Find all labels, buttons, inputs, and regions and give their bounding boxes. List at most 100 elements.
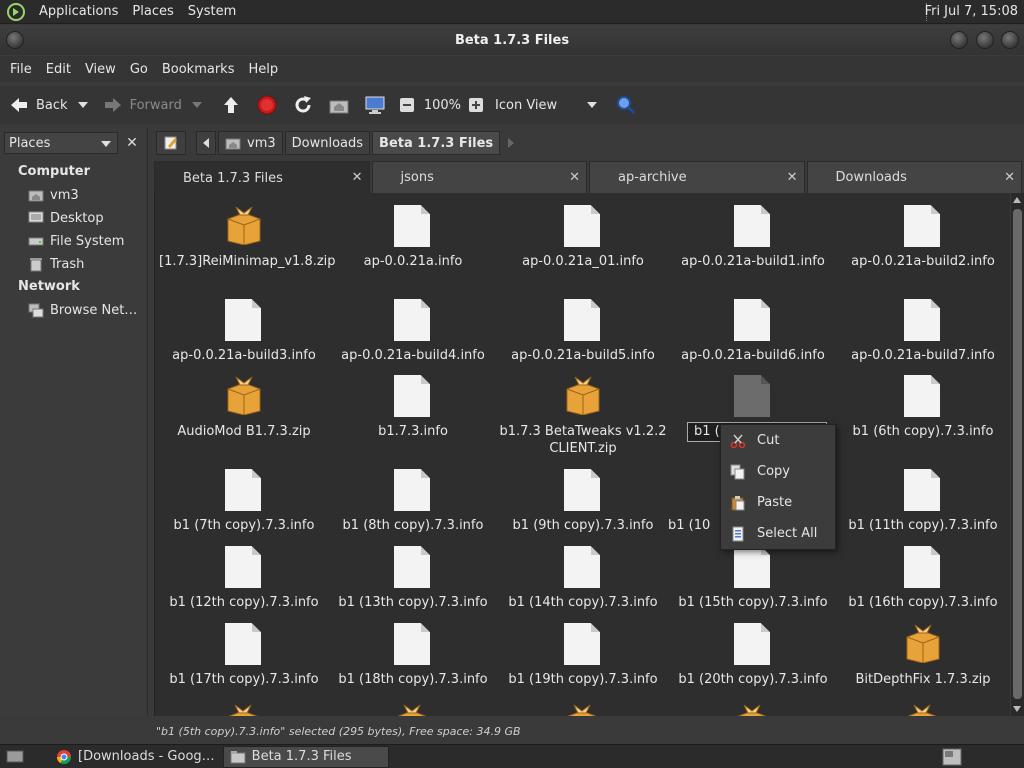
tab-beta-files[interactable]: Beta 1.7.3 Files ✕ (154, 161, 370, 194)
system-menu[interactable]: System (181, 4, 243, 19)
show-desktop-button[interactable] (0, 746, 30, 768)
file-item[interactable]: b1.7.3.info (328, 375, 498, 440)
sidebar-item-browse-network[interactable]: Browse Net… (28, 300, 137, 320)
close-tab-icon[interactable]: ✕ (352, 170, 363, 185)
breadcrumb-scroll-right-button[interactable] (502, 131, 520, 155)
menu-go[interactable]: Go (123, 62, 155, 77)
file-item[interactable]: b1 (18th copy).7.3.info (328, 623, 498, 688)
context-menu-copy[interactable]: Copy (721, 456, 835, 487)
minimize-icon[interactable] (950, 31, 968, 49)
back-button[interactable]: Back (8, 90, 68, 120)
home-button[interactable] (328, 90, 350, 120)
file-name: b1.7.3 BetaTweaks v1.2.2 CLIENT.zip (499, 424, 667, 456)
file-item[interactable]: [1.7.3]ReiMinimap_v1.8.zip (159, 205, 336, 270)
workspace-switcher[interactable] (936, 746, 968, 768)
file-item[interactable]: b1 (20th copy).7.3.info (668, 623, 838, 688)
file-item[interactable]: ap-0.0.21a-build6.info (668, 299, 838, 364)
computer-button[interactable] (364, 90, 386, 120)
file-item[interactable]: ap-0.0.21a-build2.info (838, 205, 1008, 270)
sidebar-item-desktop[interactable]: Desktop (28, 208, 104, 228)
file-item[interactable]: ap-0.0.21a-build3.info (159, 299, 329, 364)
file-item[interactable]: b1 (17th copy).7.3.info (159, 623, 329, 688)
file-item[interactable]: ap-0.0.21a-build7.info (838, 299, 1008, 364)
file-item[interactable]: b1 (16th copy).7.3.info (838, 546, 1008, 611)
close-window-icon[interactable] (1001, 31, 1019, 49)
zoom-out-button[interactable] (396, 90, 418, 120)
breadcrumb-downloads[interactable]: Downloads (284, 131, 371, 155)
file-item[interactable]: ap-0.0.21a.info (328, 205, 498, 270)
tab-downloads[interactable]: Downloads ✕ (806, 161, 1022, 193)
applications-menu[interactable]: Applications (32, 4, 125, 19)
scrollbar-thumb[interactable] (1013, 209, 1022, 699)
sidebar-item-label: File System (50, 233, 125, 249)
context-menu-cut[interactable]: Cut (721, 425, 835, 456)
taskbar-item-file-manager[interactable]: Beta 1.7.3 Files (222, 745, 389, 768)
clock[interactable]: Fri Jul 7, 15:08 (925, 4, 1018, 19)
file-item[interactable]: BitDepthFix 1.7.3.zip (838, 623, 1008, 688)
close-tab-icon[interactable]: ✕ (1004, 170, 1015, 185)
search-button[interactable] (615, 90, 637, 120)
file-item[interactable]: b1 (9th copy).7.3.info (498, 469, 668, 534)
tab-ap-archive[interactable]: ap-archive ✕ (589, 161, 805, 193)
back-history-dropdown-icon[interactable] (77, 102, 88, 108)
archive-package-icon (225, 375, 263, 417)
file-item[interactable]: b1 (7th copy).7.3.info (159, 469, 329, 534)
file-icon-view[interactable]: [1.7.3]ReiMinimap_v1.8.zip ap-0.0.21a.inf… (154, 193, 1010, 716)
scroll-down-icon[interactable] (1013, 706, 1021, 712)
file-item[interactable]: b1 (13th copy).7.3.info (328, 546, 498, 611)
close-tab-icon[interactable]: ✕ (569, 170, 580, 185)
zoom-in-button[interactable] (465, 90, 487, 120)
file-item[interactable]: ap-0.0.21a-build4.info (328, 299, 498, 364)
maximize-icon[interactable] (976, 31, 994, 49)
forward-history-dropdown-icon[interactable] (191, 102, 202, 108)
sidebar-close-icon[interactable]: ✕ (121, 132, 143, 154)
file-item[interactable]: b1 (11th copy).7.3.info (838, 469, 1008, 534)
file-item[interactable]: b1 (8th copy).7.3.info (328, 469, 498, 534)
file-item[interactable]: ap-0.0.21a-build5.info (498, 299, 668, 364)
breadcrumb-vm3[interactable]: vm3 (218, 131, 283, 155)
forward-button[interactable]: Forward (102, 90, 182, 120)
sidebar-item-trash[interactable]: Trash (28, 254, 84, 274)
tab-label: ap-archive (618, 170, 687, 185)
file-item[interactable]: b1 (12th copy).7.3.info (159, 546, 329, 611)
toggle-location-entry-button[interactable] (156, 131, 186, 155)
sidebar-item-file-system[interactable]: File System (28, 231, 124, 251)
menu-edit[interactable]: Edit (39, 62, 78, 77)
sidebar-item-vm3[interactable]: vm3 (28, 185, 79, 205)
file-item[interactable]: AudioMod B1.7.3.zip (159, 375, 329, 440)
taskbar-item-browser[interactable]: [Downloads - Goog… (50, 746, 221, 768)
menu-file[interactable]: File (3, 62, 39, 77)
menu-view[interactable]: View (78, 62, 123, 77)
places-menu[interactable]: Places (125, 4, 180, 19)
reload-button[interactable] (292, 90, 314, 120)
vertical-scrollbar[interactable] (1011, 193, 1024, 716)
scroll-up-icon[interactable] (1013, 197, 1021, 203)
file-item[interactable] (668, 375, 838, 423)
file-item[interactable]: b1.7.3 BetaTweaks v1.2.2 CLIENT.zip (498, 375, 668, 457)
window-menu-icon[interactable] (6, 31, 24, 49)
file-item[interactable]: b1 (14th copy).7.3.info (498, 546, 668, 611)
breadcrumb-current[interactable]: Beta 1.7.3 Files (372, 131, 501, 155)
file-item[interactable]: ap-0.0.21a_01.info (498, 205, 668, 270)
tab-jsons[interactable]: jsons ✕ (371, 161, 587, 193)
file-item[interactable]: b1 (19th copy).7.3.info (498, 623, 668, 688)
breadcrumb-scroll-left-button[interactable] (196, 131, 216, 155)
file-item[interactable]: b1 (15th copy).7.3.info (668, 546, 838, 611)
context-menu-select-all[interactable]: Select All (721, 518, 835, 549)
context-menu-paste[interactable]: Paste (721, 487, 835, 518)
view-mode-select[interactable]: Icon View (495, 90, 598, 120)
close-tab-icon[interactable]: ✕ (787, 170, 798, 185)
file-item[interactable]: ap-0.0.21a-build1.info (668, 205, 838, 270)
window-titlebar[interactable]: Beta 1.7.3 Files (0, 25, 1024, 55)
up-button[interactable] (220, 90, 242, 120)
taskbar-item-label: [Downloads - Goog… (78, 749, 215, 764)
stop-button[interactable] (256, 90, 278, 120)
menu-help[interactable]: Help (241, 62, 285, 77)
home-folder-icon (225, 138, 241, 150)
sidebar-type-select[interactable]: Places (4, 132, 118, 154)
tab-bar: Beta 1.7.3 Files ✕ jsons ✕ ap-archive ✕ … (154, 161, 1024, 194)
sidebar-item-label: Trash (50, 256, 85, 272)
distro-logo-icon[interactable] (6, 2, 26, 22)
menu-bookmarks[interactable]: Bookmarks (155, 62, 242, 77)
file-item[interactable]: b1 (6th copy).7.3.info (838, 375, 1008, 440)
